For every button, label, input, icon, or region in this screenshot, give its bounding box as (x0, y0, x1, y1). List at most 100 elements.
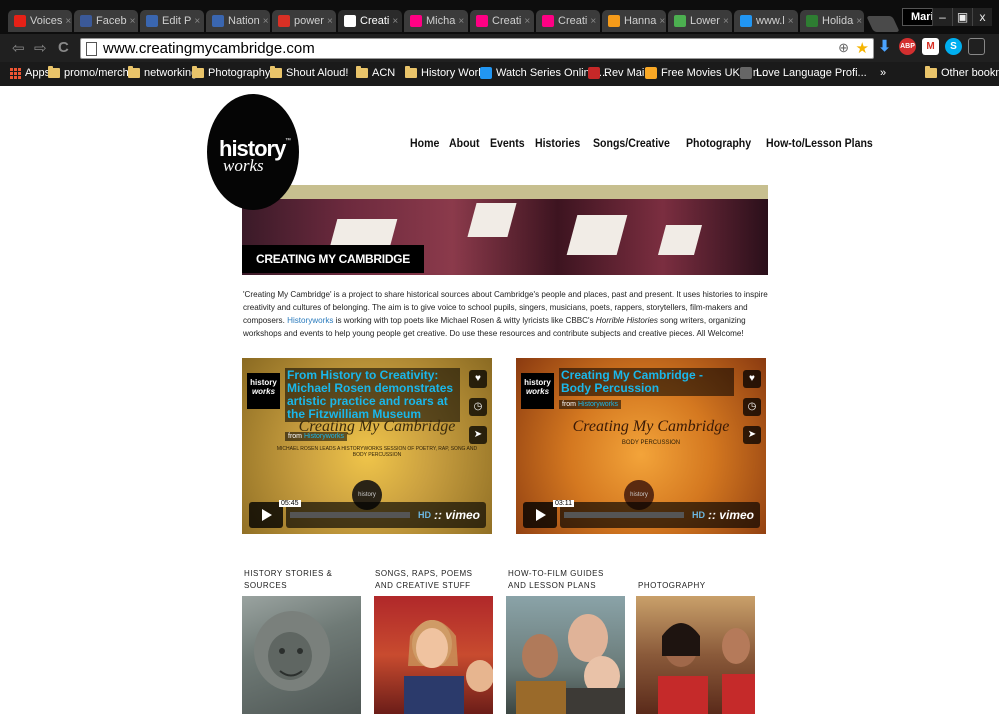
sheet-music (657, 225, 703, 255)
nav-item-home[interactable]: Home (410, 136, 439, 150)
download-icon[interactable]: ⬇ (876, 38, 893, 55)
film-crew-image[interactable] (506, 596, 625, 714)
tab-close-icon[interactable]: × (785, 16, 794, 27)
tab-12[interactable]: www.l × (734, 10, 798, 32)
video-player[interactable]: history works From History to Creativity:… (242, 358, 492, 534)
category-label[interactable]: SONGS, RAPS, POEMS AND CREATIVE STUFF (375, 568, 485, 592)
bookmark-13[interactable]: Other bookmarks (925, 66, 999, 79)
hd-toggle[interactable]: HD (418, 510, 431, 520)
category-label[interactable]: HISTORY STORIES & SOURCES (244, 568, 364, 592)
nav-item-about[interactable]: About (449, 136, 479, 150)
video-channel-link[interactable]: Historyworks (578, 401, 618, 408)
pinwheel-icon (674, 15, 686, 27)
category-label[interactable]: HOW-TO-FILM GUIDES AND LESSON PLANS (508, 568, 618, 592)
video-channel-logo[interactable]: history works (521, 373, 554, 409)
watch-later-clock-icon[interactable]: ◷ (743, 398, 761, 416)
video-logo-line2: works (525, 387, 550, 396)
bbc-icon (146, 15, 158, 27)
close-window-button[interactable]: x (972, 8, 992, 26)
like-heart-icon[interactable]: ♥ (469, 370, 487, 388)
folder-icon (48, 66, 60, 78)
lion-statue-image[interactable] (242, 596, 361, 714)
tab-9[interactable]: Creati × (536, 10, 600, 32)
watch-later-clock-icon[interactable]: ◷ (469, 398, 487, 416)
progress-bar[interactable] (564, 512, 684, 518)
vimeo-logo[interactable]: :: vimeo (708, 508, 754, 522)
nav-item-photography[interactable]: Photography (686, 136, 751, 150)
address-bar[interactable]: www.creatingmycambridge.com ⊕ ★ (80, 38, 874, 59)
tab-4[interactable]: Nation × (206, 10, 270, 32)
bookmark-3[interactable]: networking (128, 66, 197, 79)
tab-8[interactable]: Creati × (470, 10, 534, 32)
category-how-to[interactable]: HOW-TO-FILM GUIDES AND LESSON PLANS (508, 560, 618, 592)
category-songs[interactable]: SONGS, RAPS, POEMS AND CREATIVE STUFF (375, 560, 485, 592)
tab-5[interactable]: power × (272, 10, 336, 32)
video-title[interactable]: From History to Creativity: Michael Rose… (285, 368, 460, 422)
category-photography[interactable]: PHOTOGRAPHY (638, 560, 758, 592)
skype-icon[interactable]: S (945, 38, 962, 55)
bookmark-6[interactable]: ACN (356, 66, 395, 79)
bookmark-7[interactable]: History Works (405, 66, 489, 79)
bookmark-12[interactable]: » (880, 67, 886, 79)
tab-close-icon[interactable]: × (720, 16, 729, 27)
tab-close-icon[interactable]: × (389, 16, 398, 27)
video-channel-logo[interactable]: history works (247, 373, 280, 409)
tab-close-icon[interactable]: × (127, 16, 136, 27)
tab-close-icon[interactable]: × (455, 16, 464, 27)
bookmark-11[interactable]: Love Language Profi... (740, 67, 867, 79)
tab-1[interactable]: Voices × (8, 10, 72, 32)
nav-item-songs-creative[interactable]: Songs/Creative (593, 136, 670, 150)
tab-close-icon[interactable]: × (656, 16, 665, 27)
tab-close-icon[interactable]: × (587, 16, 596, 27)
category-label[interactable]: PHOTOGRAPHY (638, 580, 706, 592)
tab-13[interactable]: Holida × (800, 10, 864, 32)
nav-item-histories[interactable]: Histories (535, 136, 580, 150)
tab-6[interactable]: Creati × (338, 10, 402, 32)
header-banner: CREATING MY CAMBRIDGE (242, 185, 768, 275)
minimize-button[interactable]: – (932, 8, 952, 26)
zoom-icon[interactable]: ⊕ (838, 40, 849, 56)
tab-close-icon[interactable]: × (324, 16, 333, 27)
nav-item-how-to-lesson-plans[interactable]: How-to/Lesson Plans (766, 136, 873, 150)
gmail-icon[interactable]: M (922, 38, 939, 55)
tab-2[interactable]: Faceb × (74, 10, 138, 32)
tab-label: Micha (426, 15, 456, 27)
children-clapping-image[interactable] (636, 596, 755, 714)
tab-11[interactable]: Lower × (668, 10, 732, 32)
bookmark-2[interactable]: promo/merch (48, 66, 129, 79)
bookmark-label: Photography (208, 67, 271, 79)
bookmark-9[interactable]: Rev Mail (588, 67, 647, 79)
forward-icon[interactable]: ⇨ (34, 39, 47, 57)
restore-button[interactable]: ▣ (952, 8, 972, 26)
tab-close-icon[interactable]: × (62, 16, 71, 27)
girl-singing-image[interactable] (374, 596, 493, 714)
video-title[interactable]: Creating My Cambridge - Body Percussion (559, 368, 734, 396)
like-heart-icon[interactable]: ♥ (743, 370, 761, 388)
historyworks-link[interactable]: Historyworks (287, 316, 333, 325)
category-history[interactable]: HISTORY STORIES & SOURCES (244, 560, 364, 592)
reload-icon[interactable]: C (58, 39, 69, 56)
vimeo-logo[interactable]: :: vimeo (434, 508, 480, 522)
tab-3[interactable]: Edit P × (140, 10, 204, 32)
folder-icon (270, 66, 282, 78)
bookmark-5[interactable]: Shout Aloud! (270, 66, 348, 79)
tab-7[interactable]: Micha × (404, 10, 468, 32)
play-button[interactable] (523, 502, 557, 528)
bookmark-star-icon[interactable]: ★ (856, 39, 869, 57)
play-button[interactable] (249, 502, 283, 528)
video-player[interactable]: history works Creating My Cambridge - Bod… (516, 358, 766, 534)
tab-close-icon[interactable]: × (260, 16, 269, 27)
adblock-icon[interactable]: ABP (899, 38, 916, 55)
hd-toggle[interactable]: HD (692, 510, 705, 520)
tab-close-icon[interactable]: × (853, 16, 862, 27)
nav-item-events[interactable]: Events (490, 136, 525, 150)
back-icon[interactable]: ⇦ (12, 39, 25, 57)
tab-close-icon[interactable]: × (191, 16, 200, 27)
cast-icon[interactable] (968, 38, 985, 55)
progress-bar[interactable] (290, 512, 410, 518)
historyworks-logo[interactable]: history works ™ (207, 94, 299, 210)
tab-close-icon[interactable]: × (521, 16, 530, 27)
bookmark-1[interactable]: Apps (10, 67, 50, 79)
bookmark-4[interactable]: Photography (192, 66, 271, 79)
tab-10[interactable]: Hanna × (602, 10, 666, 32)
